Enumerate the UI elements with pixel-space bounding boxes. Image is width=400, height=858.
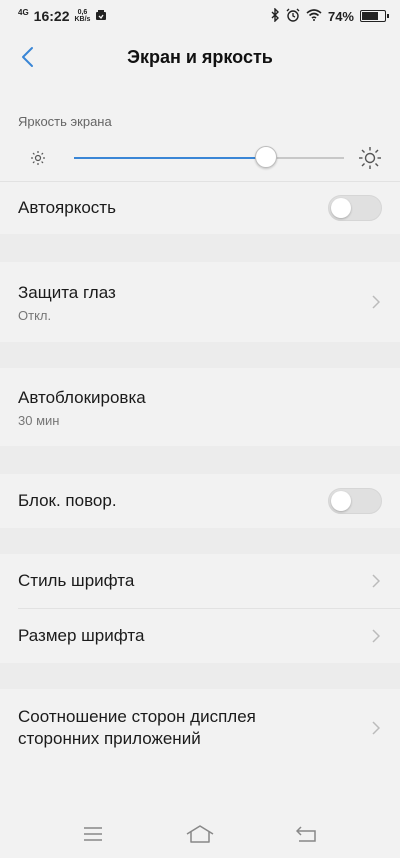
brightness-slider[interactable] — [74, 145, 344, 168]
battery-percent: 74% — [327, 8, 354, 24]
font-style-row[interactable]: Стиль шрифта — [0, 554, 400, 608]
section-band — [0, 234, 400, 262]
back-nav-button[interactable] — [287, 819, 327, 849]
alarm-icon — [286, 8, 300, 25]
home-icon — [186, 825, 214, 843]
brightness-slider-fill — [74, 156, 266, 159]
back-button[interactable] — [14, 44, 40, 70]
page-title: Экран и яркость — [127, 46, 273, 67]
font-size-row[interactable]: Размер шрифта — [0, 609, 400, 663]
eye-protection-row[interactable]: Защита глаз Откл. — [0, 262, 400, 342]
font-size-label: Размер шрифта — [18, 626, 145, 645]
chevron-right-icon — [370, 293, 382, 311]
navigation-bar — [0, 810, 400, 858]
auto-brightness-label: Автояркость — [18, 198, 116, 217]
status-right: 74% — [270, 6, 389, 25]
clock: 16:22 — [33, 8, 70, 24]
battery-icon — [360, 10, 389, 22]
section-band — [0, 528, 400, 554]
chevron-right-icon — [370, 572, 382, 590]
network-speed: 0,6 KB/s — [74, 9, 90, 23]
battery-fill — [362, 12, 378, 20]
network-type: 4G — [18, 8, 29, 17]
auto-lock-value: 30 мин — [18, 412, 60, 428]
auto-brightness-toggle[interactable] — [328, 195, 382, 221]
auto-lock-label: Автоблокировка — [18, 387, 146, 407]
auto-lock-row[interactable]: Автоблокировка 30 мин — [0, 342, 400, 446]
home-nav-button[interactable] — [180, 819, 220, 849]
toggle-knob — [331, 491, 351, 511]
rotation-lock-toggle[interactable] — [328, 488, 382, 514]
aspect-ratio-row[interactable]: Соотношение сторон дисплея сторонних при… — [0, 689, 400, 767]
sun-small-icon — [30, 150, 46, 166]
notification-icon — [95, 8, 107, 24]
eye-protection-value: Откл. — [18, 307, 52, 323]
brightness-slider-row — [0, 134, 400, 182]
section-band — [0, 446, 400, 474]
chevron-left-icon — [22, 47, 33, 67]
toggle-knob — [331, 198, 351, 218]
speed-unit: KB/s — [74, 16, 91, 23]
brightness-caption: Яркость экрана — [0, 106, 400, 134]
wifi-icon — [306, 8, 322, 24]
return-icon — [295, 826, 316, 842]
app-header: Экран и яркость — [0, 32, 400, 82]
bluetooth-icon — [270, 6, 280, 25]
aspect-ratio-label-line1: Соотношение сторон дисплея — [18, 707, 256, 726]
auto-brightness-row[interactable]: Автояркость — [0, 182, 400, 234]
rotation-lock-label: Блок. повор. — [18, 491, 117, 510]
speed-value: 0,6 — [77, 9, 88, 16]
status-left: 4G 16:22 0,6 KB/s — [18, 8, 107, 24]
brightness-slider-thumb[interactable] — [254, 145, 277, 168]
eye-protection-label: Защита глаз — [18, 282, 116, 302]
sun-large-icon — [358, 146, 382, 170]
status-bar: 4G 16:22 0,6 KB/s 74% — [0, 0, 400, 32]
section-band — [0, 663, 400, 689]
chevron-right-icon — [370, 719, 382, 737]
menu-nav-button[interactable] — [73, 819, 113, 849]
menu-icon — [84, 827, 103, 841]
rotation-lock-row[interactable]: Блок. повор. — [0, 474, 400, 528]
aspect-ratio-label-line2: сторонних приложений — [18, 729, 201, 748]
chevron-right-icon — [370, 627, 382, 645]
font-style-label: Стиль шрифта — [18, 571, 135, 590]
